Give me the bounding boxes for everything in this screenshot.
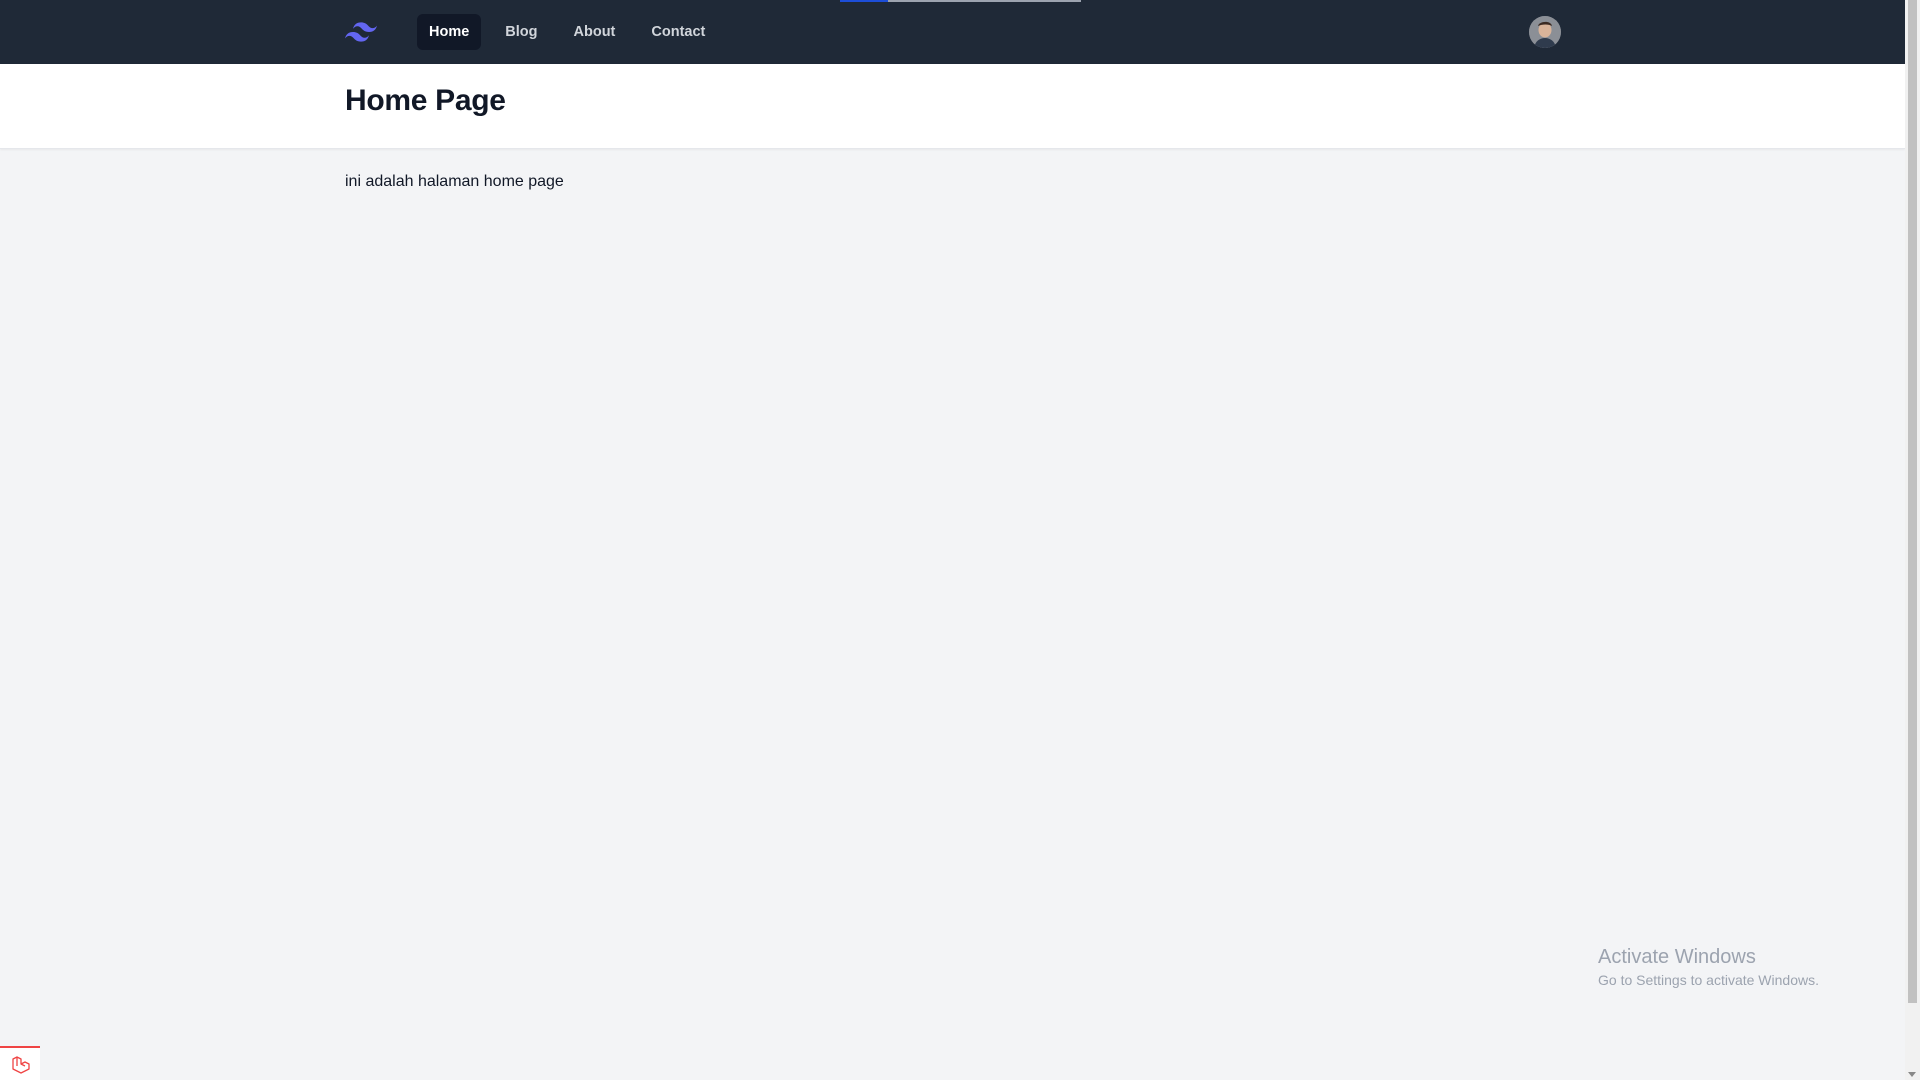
avatar-icon: [1529, 16, 1561, 48]
watermark-title: Activate Windows: [1598, 946, 1756, 968]
scroll-down-arrow-icon[interactable]: [1908, 1072, 1916, 1077]
loading-progress-bar: [840, 0, 888, 2]
page-title: Home Page: [345, 84, 506, 117]
scrollbar-thumb[interactable]: [1908, 0, 1917, 1003]
page-header: Home Page: [0, 64, 1905, 149]
loading-progress-track: [888, 0, 1081, 2]
tailwind-logo-icon[interactable]: [345, 16, 377, 48]
watermark-subtitle: Go to Settings to activate Windows.: [1598, 972, 1819, 988]
user-avatar[interactable]: [1529, 16, 1561, 48]
nav-links: Home Blog About Contact: [417, 14, 717, 50]
nav-link-contact[interactable]: Contact: [639, 14, 717, 50]
content-text: ini adalah halaman home page: [345, 173, 564, 190]
vertical-scrollbar[interactable]: [1905, 0, 1920, 1080]
main-content: ini adalah halaman home page: [345, 173, 564, 191]
nav-link-about[interactable]: About: [562, 14, 628, 50]
windows-activation-watermark: Activate Windows Go to Settings to activ…: [1598, 944, 1819, 990]
laravel-debugbar-button[interactable]: [0, 1046, 40, 1080]
nav-link-home[interactable]: Home: [417, 14, 482, 50]
nav-link-blog[interactable]: Blog: [493, 14, 549, 50]
laravel-icon: [12, 1056, 30, 1074]
navbar-inner: Home Blog About Contact: [345, 0, 1561, 64]
navbar: Home Blog About Contact: [0, 0, 1905, 64]
